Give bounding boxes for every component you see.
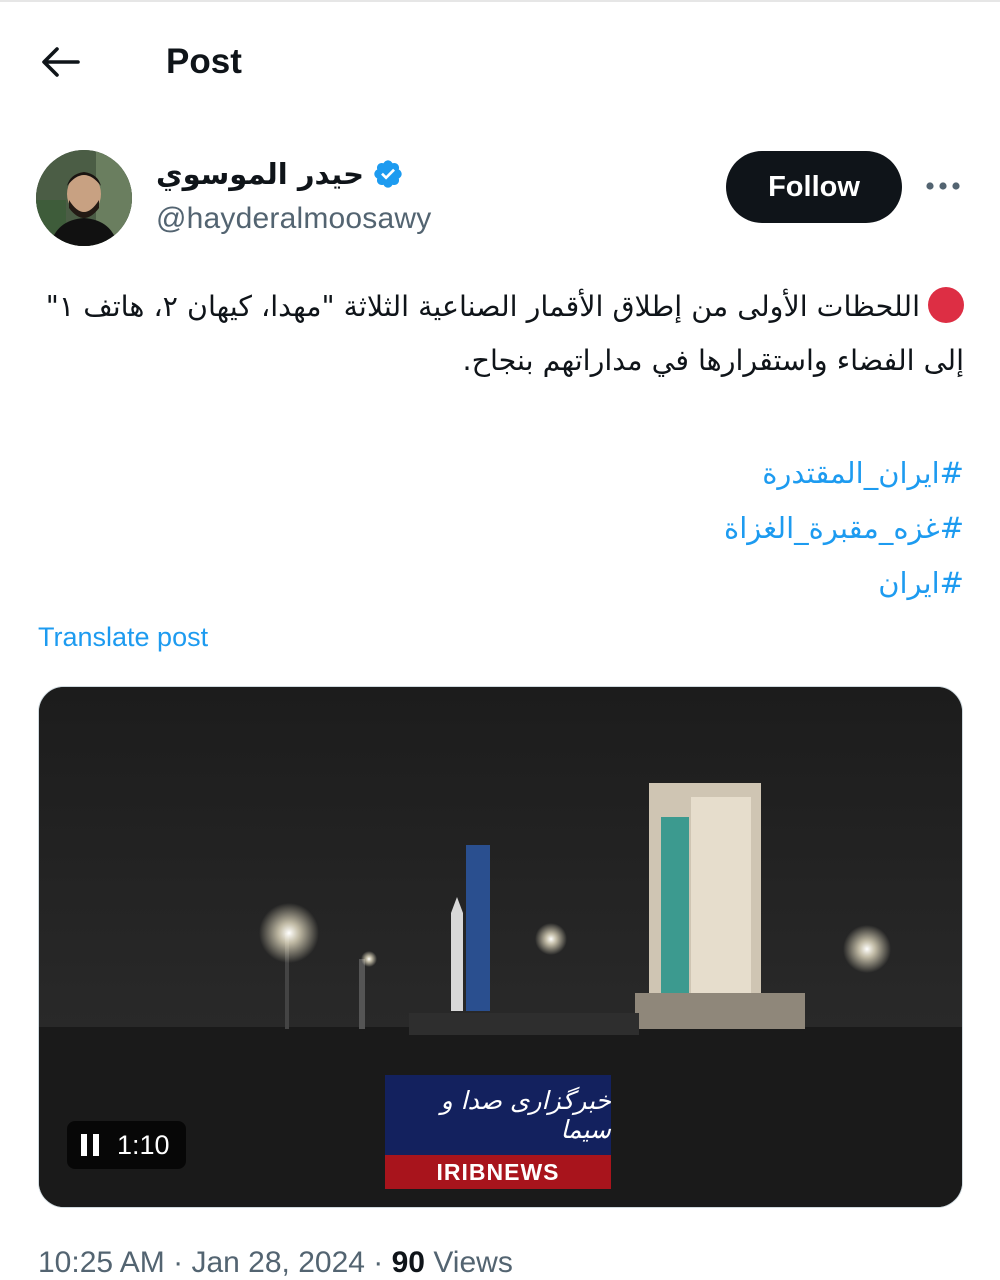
hashtag-link[interactable]: #ايران_المقتدرة	[36, 446, 964, 501]
user-handle[interactable]: @hayderalmoosawy	[156, 202, 431, 236]
translate-post-link[interactable]: Translate post	[38, 622, 208, 653]
hashtag-link[interactable]: #غزه_مقبرة_الغزاة	[36, 501, 964, 556]
views-label: Views	[433, 1246, 513, 1279]
watermark-title: خبرگزاری صدا و سیما	[385, 1075, 611, 1155]
iribnews-watermark: خبرگزاری صدا و سیما IRIBNEWS	[385, 1075, 611, 1193]
post-date[interactable]: Jan 28, 2024	[191, 1246, 364, 1279]
display-name[interactable]: حيدر الموسوي	[156, 157, 364, 191]
meta-separator: ·	[173, 1246, 184, 1279]
arrow-left-icon	[42, 47, 80, 77]
more-options-button[interactable]	[918, 166, 968, 206]
post-text: اللحظات الأولى من إطلاق الأقمار الصناعية…	[36, 280, 964, 388]
video-duration: 1:10	[117, 1129, 170, 1160]
author-row: حيدر الموسوي @hayderalmoosawy Follow	[0, 148, 1000, 248]
back-button[interactable]	[34, 40, 86, 84]
post-meta: 10:25 AM · Jan 28, 2024 · 90 Views	[38, 1246, 513, 1280]
meta-separator: ·	[373, 1246, 384, 1279]
avatar[interactable]	[36, 150, 132, 246]
verified-badge-icon	[374, 160, 402, 188]
watermark-label: IRIBNEWS	[385, 1155, 611, 1189]
more-horizontal-icon	[926, 182, 960, 190]
top-divider	[0, 0, 1000, 2]
views-count: 90	[391, 1246, 425, 1279]
post-body: اللحظات الأولى من إطلاق الأقمار الصناعية…	[45, 290, 964, 377]
hashtag-list: #ايران_المقتدرة #غزه_مقبرة_الغزاة #ايران	[36, 446, 964, 611]
video-player[interactable]: خبرگزاری صدا و سیما IRIBNEWS 1:10	[38, 686, 963, 1208]
pause-icon[interactable]	[81, 1134, 101, 1156]
page-title: Post	[166, 42, 242, 81]
post-time[interactable]: 10:25 AM	[38, 1246, 165, 1279]
red-circle-icon	[928, 287, 964, 323]
video-controls: 1:10	[67, 1121, 186, 1169]
follow-button[interactable]: Follow	[726, 151, 902, 223]
name-row: حيدر الموسوي	[156, 154, 404, 194]
header: Post	[0, 30, 1000, 94]
hashtag-link[interactable]: #ايران	[36, 556, 964, 611]
